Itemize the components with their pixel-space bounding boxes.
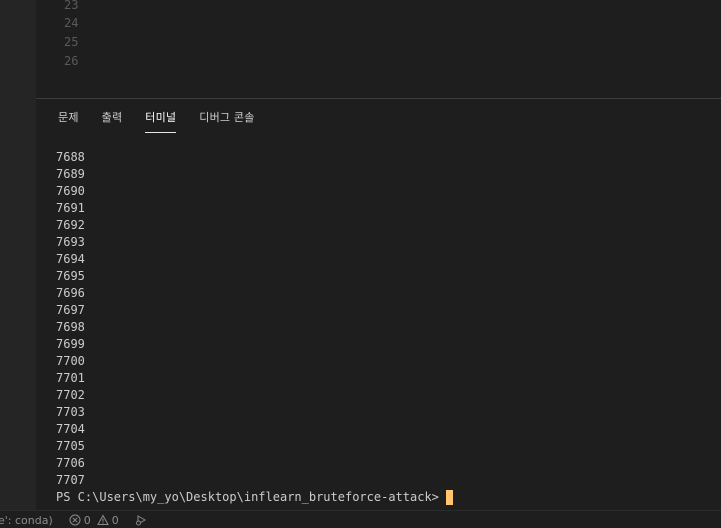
terminal-output-line: 7689: [56, 167, 85, 181]
terminal-prompt-line[interactable]: PS C:\Users\my_yo\Desktop\inflearn_brute…: [56, 489, 716, 506]
tab-terminal[interactable]: 터미널: [145, 107, 177, 133]
terminal-output-line: 7699: [56, 337, 85, 351]
line-number: 23: [64, 0, 79, 12]
line-number: 24: [64, 16, 79, 30]
run-debug-button[interactable]: [135, 514, 147, 526]
terminal-output-line: 7691: [56, 201, 85, 215]
terminal-output-line: 7707: [56, 473, 85, 487]
terminal-output-line: 7696: [56, 286, 85, 300]
terminal-cursor: [445, 490, 453, 505]
terminal-view[interactable]: 7688 7689 7690 7691 7692 7693 7694 7695 …: [56, 149, 716, 506]
terminal-output-line: 7704: [56, 422, 85, 436]
terminal-output-line: 7695: [56, 269, 85, 283]
run-debug-icon: [135, 515, 146, 526]
terminal-output-line: 7701: [56, 371, 85, 385]
terminal-output-line: 7694: [56, 252, 85, 266]
terminal-prompt: PS C:\Users\my_yo\Desktop\inflearn_brute…: [56, 490, 439, 504]
terminal-output-line: 7688: [56, 150, 85, 164]
terminal-output-line: 7703: [56, 405, 85, 419]
python-interpreter-status[interactable]: e': conda): [0, 514, 53, 527]
warning-triangle-icon: [96, 514, 109, 525]
terminal-output-line: 7692: [56, 218, 85, 232]
problems-status[interactable]: 0 0: [69, 514, 119, 527]
activity-bar: [0, 0, 36, 510]
status-bar: e': conda) 0 0: [0, 510, 721, 528]
line-number: 26: [64, 54, 79, 68]
tab-debug-console[interactable]: 디버그 콘솔: [199, 107, 254, 133]
error-count: 0: [83, 513, 91, 527]
bottom-panel: 문제 출력 터미널 디버그 콘솔 7688 7689 7690 7691 769…: [36, 99, 721, 510]
panel-tab-bar: 문제 출력 터미널 디버그 콘솔: [58, 107, 278, 133]
editor-area[interactable]: 23 24 25 26: [36, 0, 721, 99]
terminal-output-line: 7697: [56, 303, 85, 317]
terminal-output-line: 7700: [56, 354, 85, 368]
terminal-output-line: 7698: [56, 320, 85, 334]
terminal-output-line: 7702: [56, 388, 85, 402]
terminal-output-line: 7690: [56, 184, 85, 198]
terminal-output-line: 7706: [56, 456, 85, 470]
terminal-output-line: 7693: [56, 235, 85, 249]
line-number: 25: [64, 35, 79, 49]
terminal-output-line: 7705: [56, 439, 85, 453]
warning-count: 0: [111, 513, 119, 527]
tab-output[interactable]: 출력: [102, 107, 123, 133]
vscode-window: 23 24 25 26 문제 출력 터미널 디버그 콘솔 7688 7689 7…: [0, 0, 721, 528]
tab-problems[interactable]: 문제: [58, 107, 79, 133]
error-circle-icon: [69, 514, 81, 526]
